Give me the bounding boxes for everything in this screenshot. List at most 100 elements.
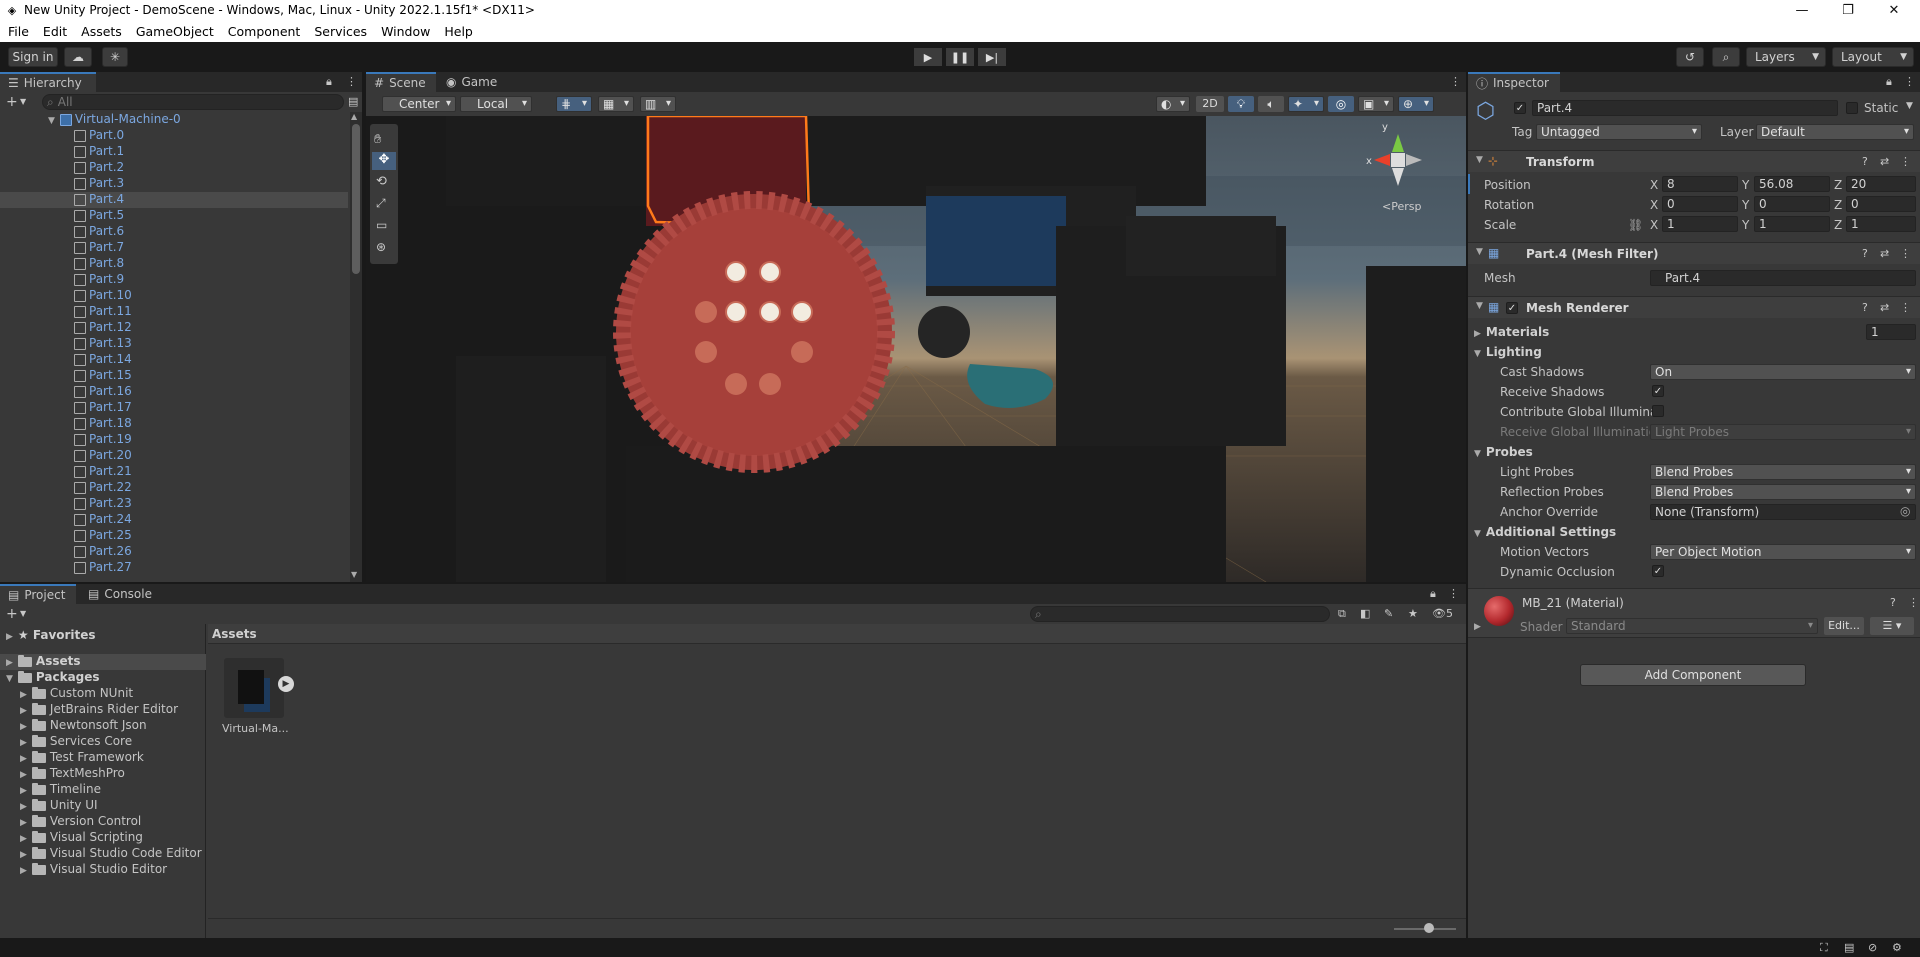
layer-dropdown[interactable]: Default [1756, 124, 1914, 140]
2d-toggle-button[interactable]: 2D [1196, 96, 1224, 112]
gizmos-dropdown-icon[interactable]: ⊕ [1398, 96, 1434, 112]
packages-folder[interactable]: ▼ Packages [6, 670, 100, 686]
hierarchy-root-item[interactable]: ▼ Virtual-Machine-0 [0, 112, 348, 128]
package-folder[interactable]: ▶ Visual Studio Editor [20, 862, 167, 878]
expand-arrow-icon[interactable]: ▶ [20, 722, 27, 732]
progress-icon[interactable]: ⛶ [1820, 941, 1828, 955]
hierarchy-item[interactable]: Part.9 [0, 272, 348, 288]
project-search-input[interactable]: ⌕ [1030, 606, 1330, 622]
expand-arrow-icon[interactable]: ▶ [20, 834, 27, 844]
rotation-y-input[interactable]: 0 [1754, 196, 1830, 212]
effects-dropdown-icon[interactable]: ✦ [1288, 96, 1324, 112]
hidden-packages-icon[interactable]: 👁︎5 [1432, 607, 1453, 620]
mesh-renderer-enabled-checkbox[interactable]: ✓ [1506, 302, 1518, 314]
scale-x-input[interactable]: 1 [1662, 216, 1738, 232]
light-probes-dropdown[interactable]: Blend Probes [1650, 464, 1916, 480]
rotation-x-input[interactable]: 0 [1662, 196, 1738, 212]
package-folder[interactable]: ▶ TextMeshPro [20, 766, 125, 782]
tab-console[interactable]: ▤ Console [80, 584, 160, 604]
object-picker-icon[interactable]: ◎ [1900, 504, 1910, 518]
collab-icon[interactable]: ✳ [102, 47, 128, 67]
hierarchy-item[interactable]: Part.26 [0, 544, 348, 560]
favorite-star-icon[interactable]: ★ [1408, 607, 1418, 620]
play-button[interactable]: ▶ [914, 48, 942, 66]
favorites-foldout[interactable]: ▶ ★ Favorites [6, 628, 96, 644]
menu-help[interactable]: Help [444, 24, 473, 39]
layout-dropdown[interactable]: Layout ▼ [1832, 47, 1914, 67]
align-icon[interactable]: ▥ [640, 96, 676, 112]
hierarchy-item[interactable]: Part.10 [0, 288, 348, 304]
hierarchy-search-input[interactable]: ⌕ All [42, 94, 344, 110]
hierarchy-item[interactable]: Part.27 [0, 560, 348, 576]
preset-icon[interactable]: ⇄ [1880, 301, 1889, 314]
tab-inspector[interactable]: ⓘ Inspector [1468, 72, 1560, 92]
filter-label-icon[interactable]: ✎ [1384, 607, 1393, 620]
scene-viewport[interactable]: y x <Persp ✋︎ ✥ ⟲ ⤢ ▭ ⊛ [366, 116, 1466, 582]
tab-game[interactable]: ◉ Game [438, 72, 506, 92]
mesh-renderer-header[interactable]: ▼ ▦ ✓ Mesh Renderer ? ⇄ ⋮ [1468, 296, 1920, 318]
dynamic-occlusion-checkbox[interactable]: ✓ [1652, 565, 1664, 577]
transform-tool-icon[interactable]: ⊛ [376, 240, 386, 254]
more-options-icon[interactable]: ⋮ [1450, 75, 1461, 88]
package-folder[interactable]: ▶ Timeline [20, 782, 101, 798]
contribute-gi-checkbox[interactable] [1652, 405, 1664, 417]
constrain-proportions-icon[interactable]: ⛓︎ [1628, 218, 1643, 232]
collapse-arrow-icon[interactable]: ▼ [1476, 301, 1483, 311]
hierarchy-item[interactable]: Part.5 [0, 208, 348, 224]
more-options-icon[interactable]: ⋮ [1900, 155, 1911, 168]
scrollbar-thumb[interactable] [352, 124, 360, 274]
expand-arrow-icon[interactable]: ▶ [20, 866, 27, 876]
position-z-input[interactable]: 20 [1846, 176, 1916, 192]
move-tool-icon[interactable]: ✥ [372, 152, 396, 170]
maximize-button[interactable]: ❐ [1826, 0, 1870, 20]
material-expand-icon[interactable]: ▶ [1474, 622, 1481, 632]
history-icon[interactable]: ↺ [1676, 47, 1704, 67]
hierarchy-item[interactable]: Part.18 [0, 416, 348, 432]
static-checkbox[interactable] [1846, 102, 1858, 114]
rotation-z-input[interactable]: 0 [1846, 196, 1916, 212]
hierarchy-item[interactable]: Part.19 [0, 432, 348, 448]
filter-type-icon[interactable]: ◧ [1360, 607, 1370, 620]
scale-z-input[interactable]: 1 [1846, 216, 1916, 232]
close-button[interactable]: ✕ [1872, 0, 1916, 20]
scroll-down-icon[interactable]: ▼ [351, 570, 357, 579]
hierarchy-item[interactable]: Part.1 [0, 144, 348, 160]
expand-arrow-icon[interactable]: ▶ [20, 850, 27, 860]
more-options-icon[interactable]: ⋮ [346, 75, 357, 88]
additional-settings-foldout[interactable]: ▼ Additional Settings [1474, 525, 1616, 539]
zoom-slider-thumb[interactable] [1424, 923, 1434, 933]
lock-icon[interactable]: 🔒︎ [1430, 587, 1436, 601]
chevron-down-icon[interactable]: ▼ [20, 97, 26, 106]
expand-arrow-icon[interactable]: ▶ [20, 818, 27, 828]
lock-icon[interactable]: 🔒︎ [326, 75, 332, 89]
more-options-icon[interactable]: ⋮ [1904, 75, 1915, 88]
hierarchy-item[interactable]: Part.11 [0, 304, 348, 320]
static-dropdown-icon[interactable]: ▼ [1906, 101, 1913, 111]
perspective-label[interactable]: <Persp [1382, 200, 1421, 213]
package-folder[interactable]: ▶ Visual Studio Code Editor [20, 846, 202, 862]
expand-prefab-icon[interactable]: ▶ [278, 676, 294, 692]
probes-foldout[interactable]: ▼ Probes [1474, 445, 1533, 459]
cache-server-icon[interactable]: ▤ [1844, 941, 1854, 954]
package-folder[interactable]: ▶ Unity UI [20, 798, 98, 814]
scroll-up-icon[interactable]: ▲ [351, 112, 357, 121]
package-folder[interactable]: ▶ Visual Scripting [20, 830, 143, 846]
minimize-button[interactable]: — [1780, 0, 1824, 20]
preset-icon[interactable]: ⇄ [1880, 155, 1889, 168]
menu-edit[interactable]: Edit [43, 24, 67, 39]
lock-icon[interactable]: 🔒︎ [1886, 75, 1892, 89]
sign-in-button[interactable]: Sign in [8, 47, 58, 67]
hierarchy-item[interactable]: Part.25 [0, 528, 348, 544]
grid-snapping-icon[interactable]: ⋕ [556, 96, 592, 112]
hierarchy-item[interactable]: Part.0 [0, 128, 348, 144]
more-options-icon[interactable]: ⋮ [1900, 247, 1911, 260]
reflection-probes-dropdown[interactable]: Blend Probes [1650, 484, 1916, 500]
hierarchy-item[interactable]: Part.2 [0, 160, 348, 176]
hierarchy-item[interactable]: Part.12 [0, 320, 348, 336]
hierarchy-item[interactable]: Part.17 [0, 400, 348, 416]
hierarchy-item[interactable]: Part.24 [0, 512, 348, 528]
cloud-icon[interactable]: ☁ [64, 47, 92, 67]
menu-component[interactable]: Component [228, 24, 301, 39]
lighting-foldout[interactable]: ▼ Lighting [1474, 345, 1542, 359]
menu-gameobject[interactable]: GameObject [136, 24, 214, 39]
